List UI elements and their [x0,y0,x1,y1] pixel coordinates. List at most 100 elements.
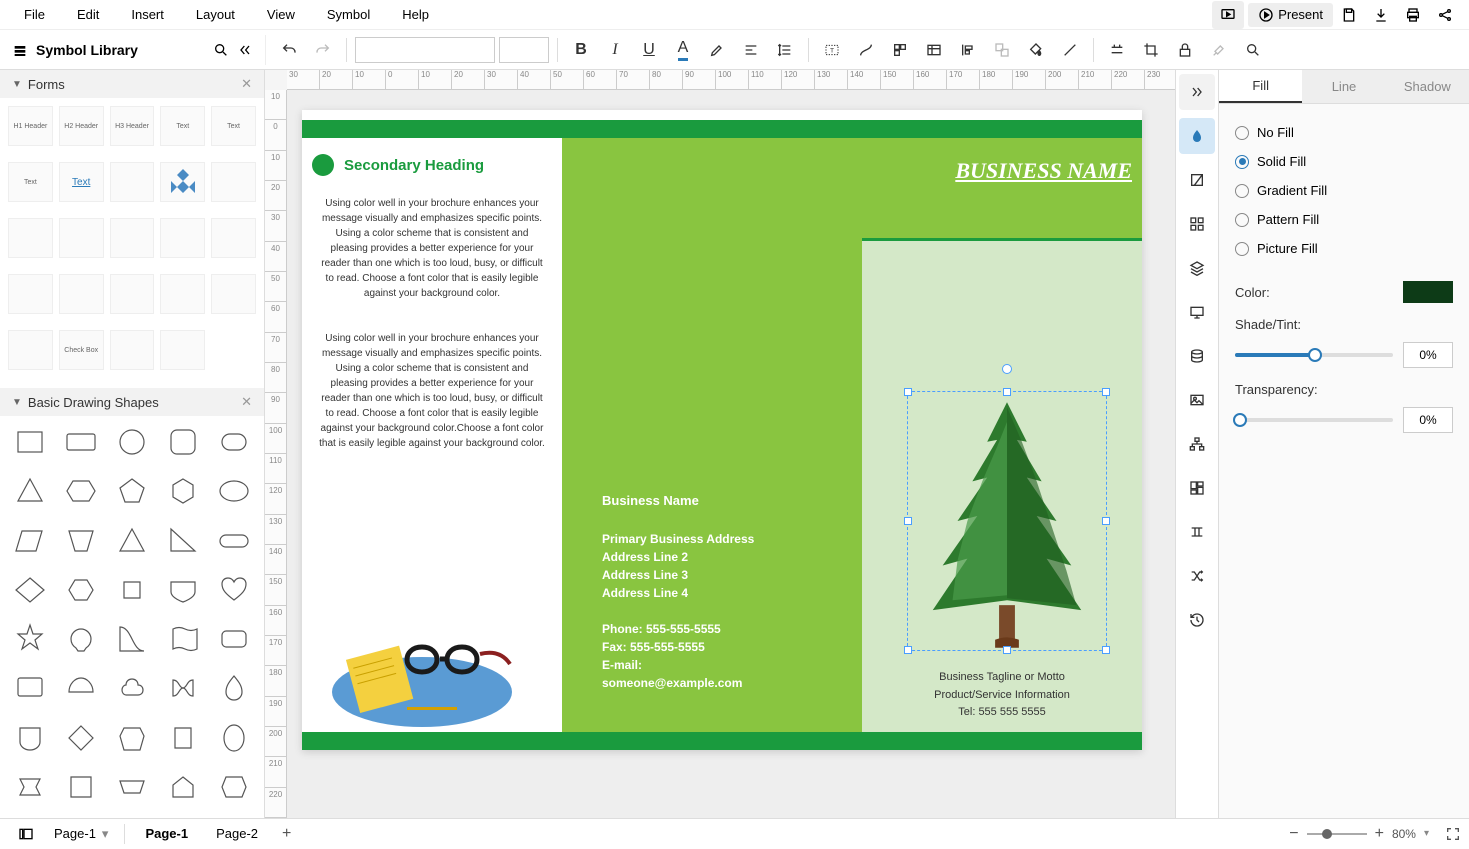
biz-email[interactable]: someone@example.com [602,674,754,692]
shape-thumb[interactable] [59,572,102,608]
form-thumb[interactable]: H1 Header [8,106,53,146]
page-selector[interactable]: Page-1▾ [44,826,118,842]
menu-insert[interactable]: Insert [115,1,180,28]
image-icon[interactable] [1179,382,1215,418]
form-thumb[interactable]: Text [8,162,53,202]
resize-handle-n[interactable] [1003,388,1011,396]
text-box-button[interactable]: T [817,35,847,65]
shape-thumb[interactable] [162,424,205,460]
radio-solid-fill[interactable]: Solid Fill [1235,147,1453,176]
shape-tool-icon[interactable] [1179,162,1215,198]
shape-thumb[interactable] [162,473,205,509]
form-thumb[interactable]: Text [59,162,104,202]
align-text-button[interactable] [736,35,766,65]
menu-view[interactable]: View [251,1,311,28]
form-thumb[interactable] [160,330,205,370]
category-shapes-header[interactable]: ▼ Basic Drawing Shapes ✕ [0,388,264,416]
data-icon[interactable] [1179,338,1215,374]
resize-handle-sw[interactable] [904,646,912,654]
slides-icon[interactable] [1179,294,1215,330]
search-button[interactable] [1238,35,1268,65]
zoom-slider[interactable] [1307,833,1367,835]
collapse-panel-icon[interactable] [237,42,253,58]
shape-thumb[interactable] [110,670,153,706]
shape-thumb[interactable] [162,621,205,657]
shape-thumb[interactable] [8,523,51,559]
transparency-slider[interactable] [1235,418,1393,422]
font-size-select[interactable] [499,37,549,63]
resize-handle-s[interactable] [1003,646,1011,654]
tab-fill[interactable]: Fill [1219,70,1302,103]
shape-thumb[interactable] [213,572,256,608]
spacing-icon[interactable] [1179,514,1215,550]
crop-button[interactable] [1136,35,1166,65]
fullscreen-icon[interactable] [1445,826,1461,842]
shape-thumb[interactable] [110,473,153,509]
close-category-icon[interactable]: ✕ [241,394,252,410]
distribute-button[interactable] [1102,35,1132,65]
category-forms-header[interactable]: ▼ Forms ✕ [0,70,264,98]
shape-thumb[interactable] [8,473,51,509]
menu-edit[interactable]: Edit [61,1,115,28]
tools-button[interactable] [1204,35,1234,65]
shape-thumb[interactable] [8,670,51,706]
canvas-area[interactable]: 3020100102030405060708090100110120130140… [265,70,1175,818]
form-thumb[interactable]: Text [211,106,256,146]
shape-thumb[interactable] [162,769,205,805]
rotate-handle[interactable] [1002,364,1012,374]
page-tab-1[interactable]: Page-1 [131,820,202,847]
shape-thumb[interactable] [8,769,51,805]
align-objects-button[interactable] [953,35,983,65]
expand-panel-icon[interactable] [1179,74,1215,110]
form-thumb[interactable] [59,274,104,314]
shape-thumb[interactable] [59,670,102,706]
page-tab-2[interactable]: Page-2 [202,820,272,847]
form-thumb[interactable] [160,162,205,202]
tel[interactable]: Tel: 555 555 5555 [862,704,1142,722]
add-page-button[interactable]: + [272,819,301,849]
form-thumb[interactable] [211,274,256,314]
form-thumb[interactable] [110,274,155,314]
shape-thumb[interactable] [8,621,51,657]
shape-thumb[interactable] [213,621,256,657]
table-button[interactable] [919,35,949,65]
menu-file[interactable]: File [8,1,61,28]
menu-help[interactable]: Help [386,1,445,28]
page-view-icon[interactable] [8,826,44,842]
paragraph-2[interactable]: Using color well in your brochure enhanc… [312,331,552,451]
business-name-header[interactable]: BUSINESS NAME [862,158,1132,184]
shape-thumb[interactable] [110,424,153,460]
present-button[interactable]: Present [1248,3,1333,27]
form-thumb[interactable] [59,218,104,258]
form-thumb[interactable] [8,274,53,314]
shape-thumb[interactable] [213,670,256,706]
form-thumb[interactable]: H3 Header [110,106,155,146]
color-swatch[interactable] [1403,281,1453,303]
download-icon[interactable] [1365,1,1397,29]
shape-thumb[interactable] [59,769,102,805]
tab-shadow[interactable]: Shadow [1386,70,1469,103]
shape-thumb[interactable] [213,424,256,460]
fill-color-button[interactable] [1021,35,1051,65]
form-thumb[interactable] [211,162,256,202]
biz-email-label[interactable]: E-mail: [602,656,754,674]
fill-tool-icon[interactable] [1179,118,1215,154]
form-thumb[interactable] [110,218,155,258]
zoom-in-button[interactable]: + [1375,825,1384,843]
form-thumb[interactable] [160,218,205,258]
shape-thumb[interactable] [213,769,256,805]
biz-fax[interactable]: Fax: 555-555-5555 [602,638,754,656]
print-icon[interactable] [1397,1,1429,29]
radio-picture-fill[interactable]: Picture Fill [1235,234,1453,263]
close-category-icon[interactable]: ✕ [241,76,252,92]
resize-handle-w[interactable] [904,517,912,525]
form-thumb[interactable]: H2 Header [59,106,104,146]
menu-symbol[interactable]: Symbol [311,1,386,28]
shuffle-icon[interactable] [1179,558,1215,594]
resize-handle-ne[interactable] [1102,388,1110,396]
undo-button[interactable] [274,35,304,65]
form-thumb[interactable]: Text [160,106,205,146]
group-button[interactable] [987,35,1017,65]
shape-thumb[interactable] [110,769,153,805]
secondary-heading[interactable]: Secondary Heading [344,157,484,174]
